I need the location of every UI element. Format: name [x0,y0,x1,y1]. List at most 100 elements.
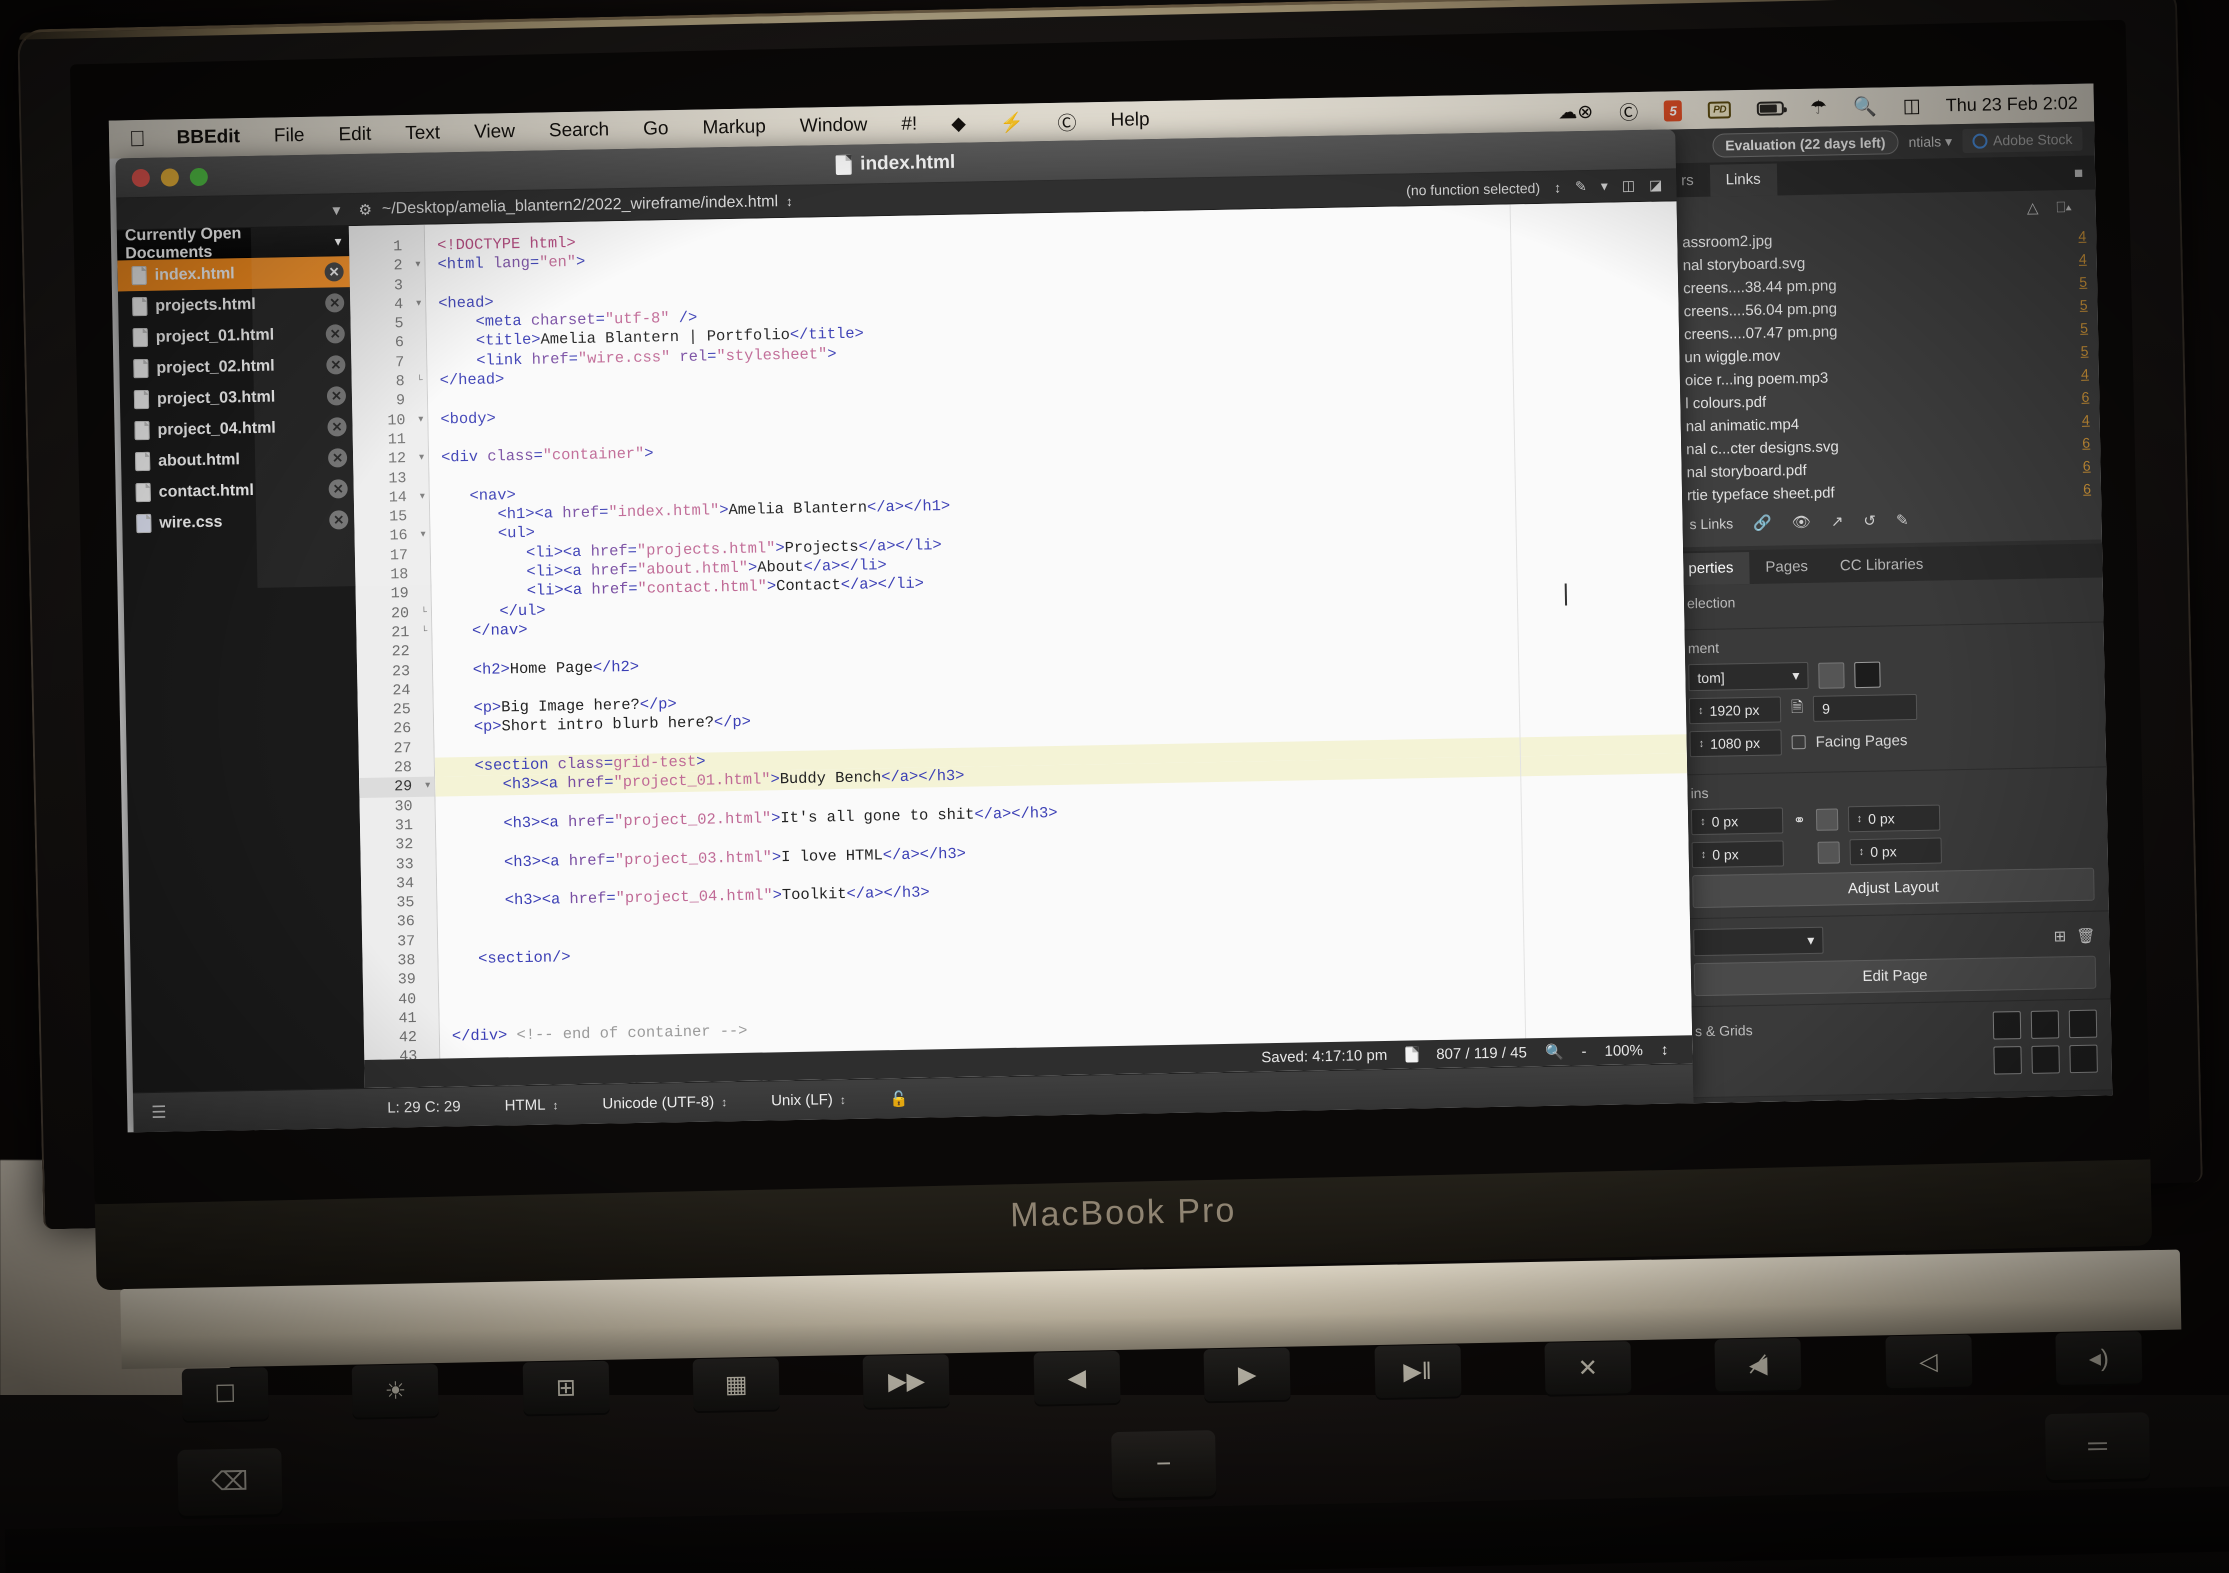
fold-arrow-icon[interactable]: ▾ [420,488,425,507]
adjust-layout-button[interactable]: Adjust Layout [1692,867,2095,909]
facing-pages-checkbox[interactable] [1791,735,1806,750]
portrait-icon[interactable] [1818,661,1845,689]
function-stepper-icon[interactable]: ↕ [1554,179,1561,195]
circle-c-icon[interactable]: Ⓒ [1040,108,1094,136]
close-document-button[interactable]: ✕ [328,479,348,499]
sidebar-popup-chevron[interactable]: ▾ [116,200,348,224]
link-page-number[interactable]: 5 [2079,273,2087,289]
link-page-number[interactable]: 4 [2082,411,2090,427]
frame-edges-icon[interactable] [1992,1011,2022,1040]
document-list-item[interactable]: projects.html ✕ [118,287,351,322]
zoom-out-button[interactable]: - [1581,1043,1586,1060]
function-key[interactable]: ▶ [1203,1347,1291,1402]
master-page-select[interactable]: ▾ [1693,926,1824,957]
document-list-item[interactable]: project_01.html ✕ [119,318,352,353]
link-page-number[interactable]: 5 [2080,296,2088,312]
lock-icon[interactable]: 🔓 [868,1089,931,1108]
trash-icon[interactable]: 🗑 [2076,926,2095,944]
fold-arrow-icon[interactable]: └ [416,372,423,391]
guides-icon[interactable] [1993,1046,2022,1075]
link-page-number[interactable]: 5 [2080,342,2088,358]
close-document-button[interactable]: ✕ [327,448,348,468]
resize-grip-icon[interactable]: ☰ [151,1102,167,1122]
document-list-item[interactable]: about.html ✕ [121,442,354,477]
page-preset-select[interactable]: tom] ▾ [1688,661,1809,692]
cloud-off-icon[interactable]: ☁⊗ [1545,100,1606,124]
link-page-number[interactable]: 6 [2082,434,2090,450]
links-list[interactable]: assroom2.jpg 4 nal storyboard.svg 4 creens..… [1666,224,2101,508]
chevron-down-icon[interactable]: ▾ [1601,178,1608,195]
menubar-clock[interactable]: Thu 23 Feb 2:02 [1934,92,2084,116]
fold-arrow-icon[interactable]: ▾ [419,449,424,468]
fold-arrow-icon[interactable]: ▾ [420,526,425,545]
link-page-number[interactable]: 6 [2083,480,2091,496]
language-select[interactable]: HTML ↕ [482,1096,580,1115]
html5-icon[interactable]: 5 [1651,99,1695,122]
menu-item-window[interactable]: Window [783,114,885,138]
fold-arrow-icon[interactable]: └ [421,603,427,622]
hide-guides-icon[interactable] [2069,1044,2098,1074]
goto-link-icon[interactable]: ↗ [1831,512,1844,530]
close-document-button[interactable]: ✕ [326,386,347,406]
function-key[interactable]: ✕ [1544,1341,1632,1395]
document-list-item[interactable]: wire.css ✕ [122,504,355,539]
zoom-level[interactable]: 100% [1604,1042,1643,1060]
panel-menu-icon[interactable]: ■ [2074,165,2096,190]
page-height-field[interactable]: ↕ 1080 px [1689,729,1782,758]
link-broken-icon[interactable]: ⚭ [1793,811,1806,829]
function-key[interactable]: ☀ [352,1364,440,1418]
margin-right-field[interactable]: ↕ 0 px [1849,837,1942,866]
pdf-badge-icon[interactable]: PD [1695,100,1744,119]
line-endings-select[interactable]: Unix (LF) ↕ [749,1091,868,1110]
tab-pages[interactable]: Pages [1749,551,1824,584]
git-diamond-icon[interactable]: ◆ [934,112,983,136]
menu-item-bbedit[interactable]: BBEdit [159,126,257,150]
pane-right-icon[interactable]: ◪ [1649,177,1663,194]
control-center-icon[interactable]: ◫ [1890,94,1934,118]
link-page-number[interactable]: 6 [2083,457,2091,473]
function-key[interactable]: ◂) [2055,1331,2143,1385]
split-pane-icon[interactable]: ✎ [1575,178,1587,195]
function-popup[interactable]: (no function selected) [1406,179,1540,197]
menu-item-shebang[interactable]: #! [884,113,934,136]
code-editor[interactable]: 1 2 ▾ 3 4 ▾ 5 6 7 8 └ 9 10 ▾ 11 12 ▾ 13 14 ▾ 15 16 ▾ 17 18 19 20 └ 2… [348,201,1693,1088]
document-list-item[interactable]: contact.html ✕ [121,473,354,508]
keyboard-key[interactable]: − [1111,1429,1217,1498]
link-page-number[interactable]: 4 [2081,365,2089,381]
link-page-number[interactable]: 5 [2080,319,2088,335]
menu-item-help[interactable]: Help [1093,109,1166,132]
relink-page-icon[interactable]: ⎕▴ [2056,198,2072,215]
menu-item-text[interactable]: Text [388,122,457,145]
function-key[interactable]: ⊞ [522,1360,610,1415]
landscape-icon[interactable] [1854,661,1881,688]
open-documents-list[interactable]: index.html ✕ projects.html ✕ project_01.html… [117,256,354,539]
link-chain-icon[interactable]: 🔗 [1753,514,1772,532]
battery-icon[interactable] [1744,101,1797,116]
pages-count-field[interactable]: 9 [1812,693,1918,722]
eye-icon[interactable]: 👁 [1792,513,1811,531]
margin-top-field[interactable]: ↕ 0 px [1690,807,1784,836]
keyboard-key[interactable]: ⌫ [177,1447,283,1516]
menu-item-markup[interactable]: Markup [685,116,783,140]
function-key[interactable]: ◀ [1033,1350,1121,1405]
fold-arrow-icon[interactable]: └ [421,623,427,642]
function-key[interactable]: ▦ [692,1357,780,1412]
document-list-item[interactable]: project_03.html ✕ [120,380,353,415]
edit-pencil-icon[interactable]: ✎ [1896,511,1909,529]
close-document-button[interactable]: ✕ [326,355,346,375]
close-document-button[interactable]: ✕ [324,262,344,282]
edit-page-button[interactable]: Edit Page [1693,955,2097,997]
zoom-stepper-icon[interactable]: ↕ [1661,1041,1669,1058]
fold-arrow-icon[interactable]: ▾ [425,777,430,796]
menu-item-go[interactable]: Go [626,118,686,141]
tab-links[interactable]: Links [1709,163,1777,197]
menu-item-view[interactable]: View [457,121,532,144]
page-width-field[interactable]: ↕ 1920 px [1688,696,1782,725]
encoding-select[interactable]: Unicode (UTF-8) ↕ [580,1093,749,1113]
function-key[interactable]: ☐ [181,1367,269,1421]
relink-icon[interactable]: ↺ [1863,512,1876,530]
workspace-switcher[interactable]: ntials ▾ [1908,133,1952,151]
close-document-button[interactable]: ✕ [325,293,345,313]
gear-icon[interactable]: ⚙ [348,200,382,219]
margin-left-field[interactable]: ↕ 0 px [1847,804,1940,833]
